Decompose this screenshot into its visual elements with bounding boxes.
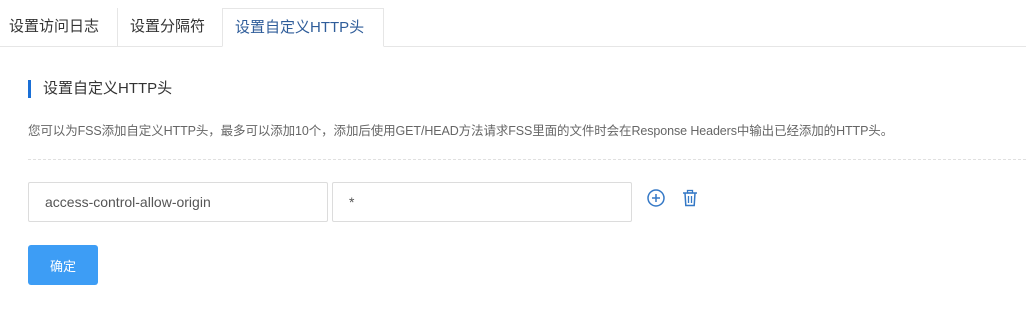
- tab-custom-http-header[interactable]: 设置自定义HTTP头: [222, 8, 384, 47]
- confirm-button[interactable]: 确定: [28, 245, 98, 285]
- section-title: 设置自定义HTTP头: [28, 80, 172, 98]
- tab-bar: 设置访问日志 设置分隔符 设置自定义HTTP头: [0, 8, 1026, 47]
- tab-access-log[interactable]: 设置访问日志: [0, 8, 117, 46]
- tab-delimiter[interactable]: 设置分隔符: [117, 8, 222, 46]
- trash-icon[interactable]: [680, 188, 700, 208]
- header-value-input[interactable]: [332, 182, 632, 222]
- header-key-input[interactable]: [28, 182, 328, 222]
- plus-circle-icon[interactable]: [646, 188, 666, 208]
- section-description: 您可以为FSS添加自定义HTTP头，最多可以添加10个，添加后使用GET/HEA…: [28, 124, 894, 138]
- page: 设置访问日志 设置分隔符 设置自定义HTTP头 设置自定义HTTP头 您可以为F…: [0, 0, 1026, 310]
- dashed-divider: [28, 159, 1026, 160]
